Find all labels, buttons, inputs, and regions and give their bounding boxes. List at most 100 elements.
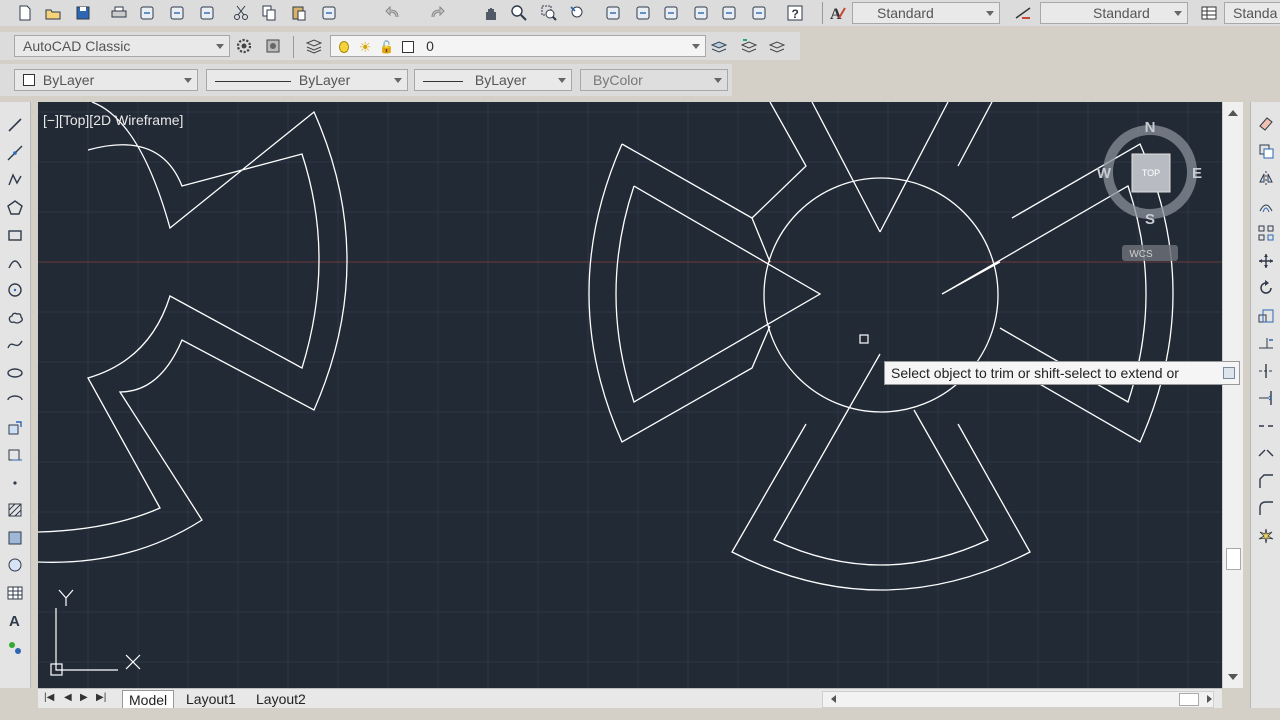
prev-tab-arrow-icon[interactable]: ◀	[64, 692, 72, 703]
table-style-combo[interactable]: Standa	[1224, 2, 1280, 24]
text-style-icon[interactable]: A	[826, 2, 848, 24]
color-combo[interactable]: ByLayer	[14, 69, 198, 91]
scroll-thumb[interactable]	[1226, 548, 1241, 570]
hscroll-thumb[interactable]	[1179, 693, 1199, 706]
design-center-icon[interactable]	[632, 2, 654, 24]
dim-style-icon[interactable]	[1012, 2, 1034, 24]
tool-palettes-icon[interactable]	[660, 2, 682, 24]
mirror-icon[interactable]	[1255, 167, 1277, 189]
scale-icon[interactable]	[1255, 305, 1277, 327]
vertical-scrollbar[interactable]	[1222, 102, 1243, 688]
publish-icon[interactable]	[166, 2, 188, 24]
ellipse-arc-icon[interactable]	[4, 389, 26, 411]
arc-icon[interactable]	[4, 252, 26, 274]
tab-model[interactable]: Model	[122, 690, 175, 709]
rotate-icon[interactable]	[1255, 277, 1277, 299]
match-properties-icon[interactable]	[318, 2, 340, 24]
offset-icon[interactable]	[1255, 195, 1277, 217]
extend-icon[interactable]	[1255, 387, 1277, 409]
fillet-icon[interactable]	[1255, 497, 1277, 519]
spline-icon[interactable]	[4, 334, 26, 356]
trim-icon[interactable]	[1255, 360, 1277, 382]
save-icon[interactable]	[72, 2, 94, 24]
workspace-settings-icon[interactable]	[233, 35, 255, 57]
zoom-window-icon[interactable]	[538, 2, 560, 24]
revision-cloud-icon[interactable]	[4, 307, 26, 329]
layer-previous-icon[interactable]	[738, 35, 760, 57]
help-icon[interactable]: ?	[784, 2, 806, 24]
make-block-icon[interactable]	[4, 444, 26, 466]
scroll-up-arrow-icon[interactable]	[1228, 110, 1238, 116]
viewcube[interactable]: TOP N S E W WCS	[1097, 119, 1202, 261]
make-object-layer-current-icon[interactable]	[708, 35, 730, 57]
polygon-icon[interactable]	[4, 197, 26, 219]
ellipse-icon[interactable]	[4, 362, 26, 384]
break-icon[interactable]	[1255, 415, 1277, 437]
cut-icon[interactable]	[230, 2, 252, 24]
modify-toolbar	[1250, 102, 1280, 720]
multiline-text-icon[interactable]: A	[4, 609, 26, 631]
open-icon[interactable]	[42, 2, 64, 24]
construction-line-icon[interactable]	[4, 142, 26, 164]
array-icon[interactable]	[1255, 222, 1277, 244]
table-icon[interactable]	[4, 582, 26, 604]
markup-icon[interactable]	[718, 2, 740, 24]
first-tab-arrow-icon[interactable]: |◀	[44, 692, 54, 703]
layer-combo[interactable]: ☀ 🔓 0	[330, 35, 706, 57]
calculator-icon[interactable]	[748, 2, 770, 24]
plot-icon[interactable]	[108, 2, 130, 24]
layer-states-icon[interactable]	[766, 35, 788, 57]
copy-object-icon[interactable]	[1255, 140, 1277, 162]
erase-icon[interactable]	[1255, 112, 1277, 134]
copy-icon[interactable]	[258, 2, 280, 24]
drawing-canvas[interactable]: TOP N S E W WCS	[38, 102, 1222, 688]
hscroll-left-arrow-icon[interactable]	[831, 695, 836, 703]
dim-style-combo[interactable]: Standard	[1040, 2, 1188, 24]
next-tab-arrow-icon[interactable]: ▶	[80, 692, 88, 703]
paste-icon[interactable]	[288, 2, 310, 24]
layer-properties-icon[interactable]	[303, 35, 325, 57]
stretch-icon[interactable]	[1255, 332, 1277, 354]
join-icon[interactable]	[1255, 442, 1277, 464]
move-icon[interactable]	[1255, 250, 1277, 272]
chamfer-icon[interactable]	[1255, 470, 1277, 492]
add-selected-icon[interactable]	[4, 637, 26, 659]
new-icon[interactable]	[14, 2, 36, 24]
text-style-combo[interactable]: Standard	[852, 2, 1000, 24]
linetype-combo[interactable]: ByLayer	[206, 69, 408, 91]
viewcube-face-label: TOP	[1142, 168, 1160, 178]
last-tab-arrow-icon[interactable]: ▶|	[96, 692, 106, 703]
hscroll-right-arrow-icon[interactable]	[1207, 695, 1212, 703]
tab-layout1[interactable]: Layout1	[180, 690, 242, 708]
circle-icon[interactable]	[4, 279, 26, 301]
hatch-icon[interactable]	[4, 499, 26, 521]
horizontal-scrollbar[interactable]	[822, 691, 1214, 708]
region-icon[interactable]	[4, 554, 26, 576]
redo-icon[interactable]	[426, 2, 448, 24]
polyline-icon[interactable]	[4, 169, 26, 191]
workspace-combo[interactable]: AutoCAD Classic	[14, 35, 230, 57]
viewport-controls-label[interactable]: [−][Top][2D Wireframe]	[43, 112, 183, 128]
zoom-realtime-icon[interactable]	[508, 2, 530, 24]
tab-layout2[interactable]: Layout2	[250, 690, 312, 708]
rectangle-icon[interactable]	[4, 224, 26, 246]
sheet-set-icon[interactable]	[690, 2, 712, 24]
properties-icon[interactable]	[602, 2, 624, 24]
customize-icon[interactable]	[262, 35, 284, 57]
zoom-previous-icon[interactable]	[566, 2, 588, 24]
line-icon[interactable]	[4, 114, 26, 136]
insert-block-icon[interactable]	[4, 417, 26, 439]
plot-preview-icon[interactable]	[136, 2, 158, 24]
point-icon[interactable]	[4, 472, 26, 494]
table-style-icon[interactable]	[1198, 2, 1220, 24]
undo-icon[interactable]	[382, 2, 404, 24]
pan-icon[interactable]	[480, 2, 502, 24]
explode-icon[interactable]	[1255, 525, 1277, 547]
lineweight-combo[interactable]: ByLayer	[414, 69, 572, 91]
drawing-viewport[interactable]: TOP N S E W WCS [−][Top][2D Wireframe]	[38, 102, 1222, 688]
gradient-icon[interactable]	[4, 527, 26, 549]
tooltip-options-icon[interactable]	[1223, 367, 1235, 379]
plotstyle-combo[interactable]: ByColor	[580, 69, 728, 91]
3d-dwf-icon[interactable]	[196, 2, 218, 24]
scroll-down-arrow-icon[interactable]	[1228, 674, 1238, 680]
